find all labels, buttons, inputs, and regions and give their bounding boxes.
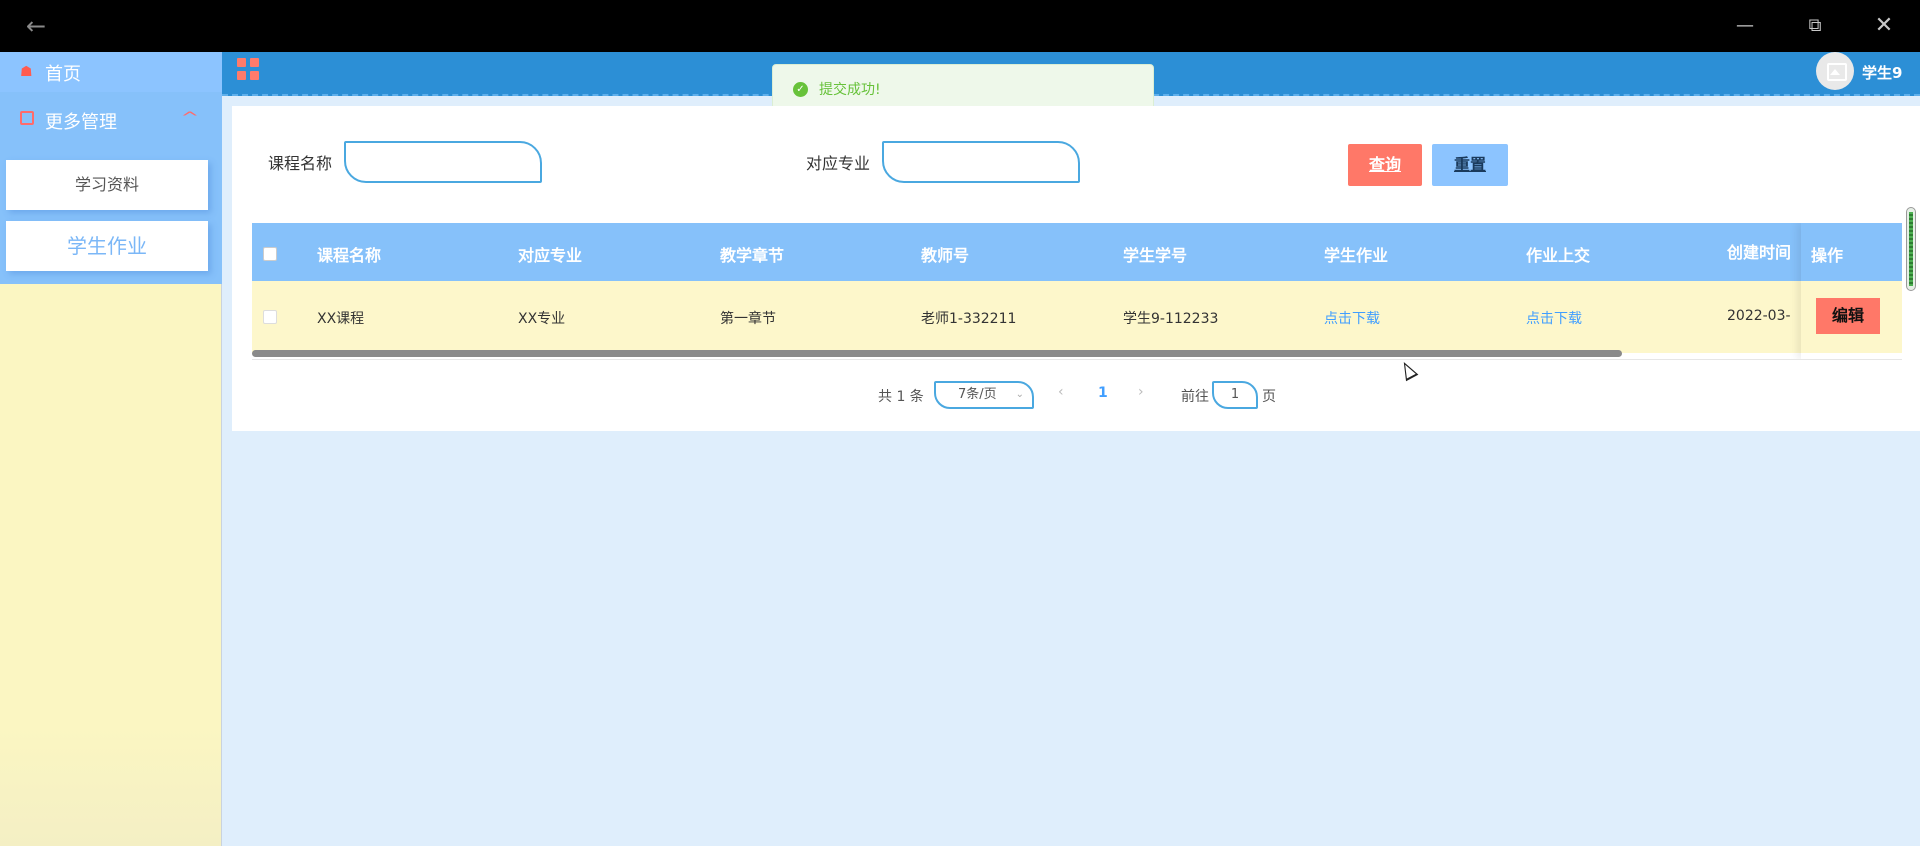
column-header-actions: 操作 (1811, 246, 1844, 265)
homework-download-link[interactable]: 点击下载 (1324, 308, 1380, 328)
column-header[interactable]: 学生作业 (1324, 242, 1388, 266)
minimize-icon[interactable]: — (1722, 10, 1768, 42)
copy-icon (20, 111, 34, 125)
page-size-value: 7条/页 (958, 387, 997, 402)
query-button[interactable]: 查询 (1348, 144, 1422, 186)
check-circle-icon: ✓ (793, 82, 808, 97)
page-suffix-label: 页 (1262, 389, 1276, 405)
cell-student: 学生9-112233 (1123, 311, 1219, 327)
close-icon[interactable]: ✕ (1861, 10, 1907, 42)
sidebar-item-home[interactable]: ☗ 首页 (0, 52, 222, 92)
cell-chapter: 第一章节 (720, 311, 776, 327)
vertical-scrollbar[interactable] (1906, 207, 1916, 291)
actions-cell: 编辑 (1801, 281, 1902, 353)
course-name-input[interactable] (344, 141, 542, 183)
column-header[interactable]: 教师号 (921, 242, 969, 266)
home-icon: ☗ (20, 64, 33, 80)
major-label: 对应专业 (806, 154, 871, 173)
sidebar: ☗ 首页 更多管理 ^ 学习资料 学生作业 (0, 52, 222, 846)
restore-icon[interactable]: ⧉ (1792, 10, 1838, 42)
success-toast: ✓ 提交成功! (772, 64, 1154, 112)
goto-label: 前往 (1181, 389, 1209, 405)
divider (252, 359, 1902, 360)
edit-button[interactable]: 编辑 (1816, 298, 1880, 334)
cell-created: 2022-03- (1727, 308, 1791, 324)
page-size-select[interactable]: 7条/页 ⌄ (934, 381, 1034, 409)
chevron-up-icon: ^ (180, 110, 200, 126)
sidebar-submenu: 学习资料 学生作业 (0, 148, 222, 284)
sidebar-item-more-management[interactable]: 更多管理 ^ (0, 92, 222, 148)
grid-menu-icon[interactable] (237, 58, 259, 80)
sidebar-item-study-materials[interactable]: 学习资料 (6, 160, 208, 210)
toast-message: 提交成功! (819, 82, 881, 98)
current-page-number[interactable]: 1 (1098, 385, 1108, 401)
main-panel: 课程名称 对应专业 查询 重置 课程名称 对应专业 教学章节 教师号 学生学号 … (232, 106, 1920, 431)
table-row[interactable]: XX课程 XX专业 第一章节 老师1-332211 学生9-112233 点击下… (252, 281, 1902, 353)
homework-table: 课程名称 对应专业 教学章节 教师号 学生学号 学生作业 作业上交 创建时间 X… (252, 223, 1902, 359)
table-header: 课程名称 对应专业 教学章节 教师号 学生学号 学生作业 作业上交 创建时间 (252, 223, 1902, 281)
select-all-checkbox[interactable] (263, 247, 277, 261)
column-header[interactable]: 课程名称 (317, 242, 381, 266)
cell-teacher: 老师1-332211 (921, 311, 1017, 327)
goto-page-input[interactable]: 1 (1212, 381, 1258, 409)
column-header[interactable]: 教学章节 (720, 242, 784, 266)
column-header[interactable]: 学生学号 (1123, 242, 1187, 266)
sidebar-item-student-homework[interactable]: 学生作业 (6, 221, 208, 271)
username[interactable]: 学生9 (1862, 62, 1902, 83)
cell-major: XX专业 (518, 311, 566, 327)
column-header[interactable]: 对应专业 (518, 242, 582, 266)
sidebar-item-home-label: 首页 (45, 64, 81, 85)
actions-column: 操作 编辑 (1801, 223, 1902, 359)
column-header[interactable]: 创建时间 (1727, 239, 1791, 263)
major-input[interactable] (882, 141, 1080, 183)
sidebar-item-more-label: 更多管理 (45, 112, 117, 133)
cell-course: XX课程 (317, 311, 365, 327)
pagination-total: 共 1 条 (878, 389, 924, 405)
back-arrow-icon[interactable]: ← (20, 10, 52, 42)
course-name-label: 课程名称 (268, 154, 333, 173)
reset-button[interactable]: 重置 (1432, 144, 1508, 186)
submission-download-link[interactable]: 点击下载 (1526, 308, 1582, 328)
next-page-icon[interactable]: › (1138, 384, 1144, 400)
avatar[interactable] (1816, 52, 1854, 90)
horizontal-scrollbar[interactable] (252, 350, 1622, 357)
prev-page-icon[interactable]: ‹ (1058, 384, 1064, 400)
column-header[interactable]: 作业上交 (1526, 242, 1590, 266)
window-titlebar: ← — ⧉ ✕ (0, 0, 1920, 52)
row-checkbox[interactable] (263, 310, 277, 324)
actions-header: 操作 (1801, 223, 1902, 281)
chevron-down-icon: ⌄ (1015, 389, 1024, 400)
